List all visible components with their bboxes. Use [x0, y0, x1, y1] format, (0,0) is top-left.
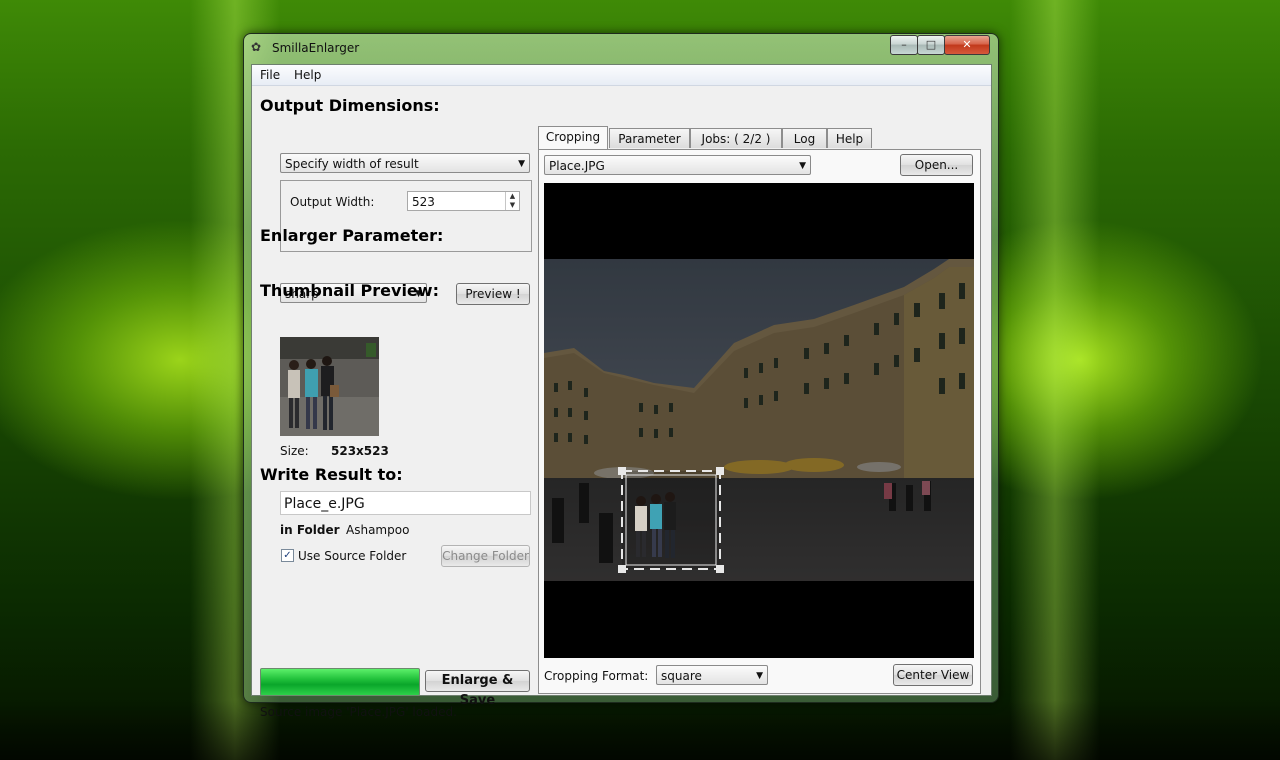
size-value: 523x523 [331, 444, 389, 458]
tab-jobs[interactable]: Jobs: ( 2/2 ) [690, 128, 782, 148]
output-width-spinner[interactable]: 523 ▲ ▼ [407, 191, 520, 211]
background-shadow [0, 700, 1280, 760]
title-bar[interactable]: ✿ SmillaEnlarger – □ ✕ [244, 34, 998, 62]
close-icon: ✕ [962, 38, 972, 51]
source-file-value: Place.JPG [549, 159, 605, 173]
spin-down-icon[interactable]: ▼ [506, 201, 519, 210]
open-button[interactable]: Open... [900, 154, 973, 176]
menu-bar: File Help [252, 65, 991, 86]
source-photo[interactable] [544, 183, 974, 658]
cropping-format-value: square [661, 669, 702, 683]
chevron-down-icon: ▼ [756, 671, 763, 681]
folder-name: Ashampoo [346, 523, 410, 537]
output-width-label: Output Width: [290, 195, 375, 209]
client-area: File Help Output Dimensions: Specify wid… [251, 64, 992, 719]
dimension-mode-value: Specify width of result [285, 157, 419, 171]
app-window: ✿ SmillaEnlarger – □ ✕ File Help Output … [243, 33, 999, 719]
close-button[interactable]: ✕ [944, 35, 990, 55]
minimize-icon: – [901, 38, 907, 51]
crop-viewer[interactable] [544, 183, 974, 658]
background-glow-right [1010, 0, 1100, 760]
app-icon: ✿ [251, 40, 262, 54]
size-label: Size: [280, 444, 309, 458]
enlarge-save-button[interactable]: Enlarge & Save [425, 670, 530, 708]
enlarger-parameter-heading: Enlarger Parameter: [260, 226, 444, 245]
output-width-value: 523 [412, 195, 435, 209]
use-source-folder-checkbox[interactable]: ✓ [281, 549, 294, 562]
check-icon: ✓ [283, 550, 292, 561]
thumbnail-preview-image [280, 337, 379, 436]
menu-file[interactable]: File [260, 68, 280, 82]
write-result-heading: Write Result to: [260, 465, 403, 484]
thumbnail-photo [280, 337, 379, 436]
spin-up-icon[interactable]: ▲ [506, 192, 519, 201]
maximize-button[interactable]: □ [917, 35, 945, 55]
window-title: SmillaEnlarger [272, 41, 360, 55]
use-source-folder-label[interactable]: Use Source Folder [298, 549, 406, 563]
chevron-down-icon: ▼ [799, 161, 806, 171]
preview-button[interactable]: Preview ! [456, 283, 530, 305]
menu-help[interactable]: Help [294, 68, 321, 82]
tab-help[interactable]: Help [827, 128, 872, 148]
chevron-down-icon: ▼ [518, 159, 525, 169]
cropping-format-label: Cropping Format: [544, 669, 649, 683]
progress-bar [260, 668, 420, 696]
center-view-button[interactable]: Center View [893, 664, 973, 686]
tab-cropping[interactable]: Cropping [538, 126, 608, 149]
maximize-icon: □ [925, 38, 937, 51]
result-filename-field[interactable]: Place_e.JPG [280, 491, 531, 515]
dimension-mode-select[interactable]: Specify width of result ▼ [280, 153, 530, 173]
tab-parameter[interactable]: Parameter [609, 128, 690, 148]
minimize-button[interactable]: – [890, 35, 918, 55]
output-dimensions-heading: Output Dimensions: [260, 96, 440, 115]
status-text: Source image 'Place.JPG' loaded. [260, 705, 457, 719]
tab-log[interactable]: Log [782, 128, 827, 148]
source-file-select[interactable]: Place.JPG ▼ [544, 155, 811, 175]
thumbnail-preview-heading: Thumbnail Preview: [260, 281, 439, 300]
in-folder-label: in Folder [280, 523, 340, 537]
cropping-format-select[interactable]: square ▼ [656, 665, 768, 685]
change-folder-button[interactable]: Change Folder [441, 545, 530, 567]
spinner-arrows[interactable]: ▲ ▼ [505, 192, 519, 210]
